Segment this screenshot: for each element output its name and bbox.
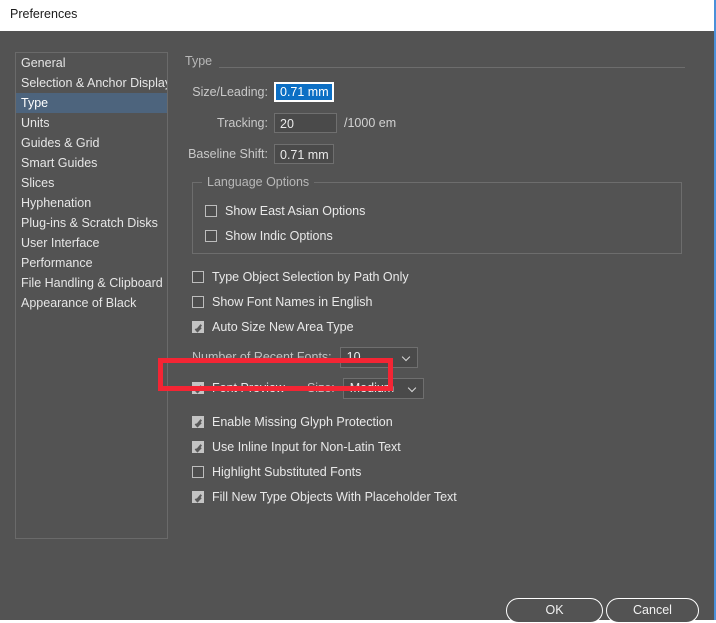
sidebar-item-performance[interactable]: Performance	[16, 253, 167, 273]
sidebar-item-type[interactable]: Type	[16, 93, 167, 113]
preferences-dialog: Preferences General Selection & Anchor D…	[0, 0, 716, 623]
dialog-body: General Selection & Anchor Display Type …	[0, 31, 714, 623]
font-preview-size-value: Medium	[349, 381, 395, 395]
checkbox-font-preview-label: Font Preview	[212, 381, 285, 395]
checkbox-use-inline-input-for-non-latin-text-icon[interactable]	[192, 441, 204, 453]
recent-fonts-value: 10	[346, 350, 361, 364]
sidebar-item-appearance-of-black[interactable]: Appearance of Black	[16, 293, 167, 313]
window-title: Preferences	[10, 7, 78, 21]
checkbox-auto-size-new-area-type-label: Auto Size New Area Type	[212, 320, 354, 334]
type-settings-panel: Type Size/Leading: 0.71 mm Tracking: 20 …	[185, 52, 685, 507]
checkbox-enable-missing-glyph-protection-icon[interactable]	[192, 416, 204, 428]
checkbox-type-object-selection-by-path-only-label: Type Object Selection by Path Only	[212, 270, 409, 284]
preferences-category-list[interactable]: General Selection & Anchor Display Type …	[15, 52, 168, 539]
checkbox-show-indic-options-icon[interactable]	[205, 230, 217, 242]
baseline-shift-input[interactable]: 0.71 mm	[274, 144, 334, 164]
checkbox-row-show-font-names-in-english[interactable]: Show Font Names in English	[192, 292, 685, 312]
checkbox-highlight-substituted-fonts-label: Highlight Substituted Fonts	[212, 465, 362, 479]
sidebar-item-user-interface[interactable]: User Interface	[16, 233, 167, 253]
type-options-upper: Type Object Selection by Path Only Show …	[192, 267, 685, 337]
recent-fonts-dropdown[interactable]: 10	[339, 346, 418, 368]
checkbox-type-object-selection-by-path-only-icon[interactable]	[192, 271, 204, 283]
checkbox-row-type-object-selection-by-path-only[interactable]: Type Object Selection by Path Only	[192, 267, 685, 287]
chevron-down-icon	[403, 354, 410, 361]
checkbox-show-font-names-in-english-icon[interactable]	[192, 296, 204, 308]
checkbox-show-east-asian-options-icon[interactable]	[205, 205, 217, 217]
checkbox-fill-new-type-objects-with-placeholder-text-icon[interactable]	[192, 491, 204, 503]
sidebar-item-slices[interactable]: Slices	[16, 173, 167, 193]
checkbox-fill-new-type-objects-with-placeholder-text-label: Fill New Type Objects With Placeholder T…	[212, 490, 457, 504]
sidebar-item-general[interactable]: General	[16, 53, 167, 73]
checkbox-row-show-east-asian-options[interactable]: Show East Asian Options	[205, 201, 681, 221]
tracking-input[interactable]: 20	[274, 113, 337, 133]
baseline-shift-label: Baseline Shift:	[188, 147, 268, 161]
sidebar-item-smart-guides[interactable]: Smart Guides	[16, 153, 167, 173]
language-options-group: Language Options Show East Asian Options…	[192, 175, 682, 254]
sidebar-item-plugins-scratch-disks[interactable]: Plug-ins & Scratch Disks	[16, 213, 167, 233]
tracking-unit-label: /1000 em	[344, 116, 397, 130]
sidebar-item-guides-grid[interactable]: Guides & Grid	[16, 133, 167, 153]
checkbox-show-indic-options-label: Show Indic Options	[225, 229, 333, 243]
cancel-button[interactable]: Cancel	[606, 598, 699, 623]
language-options-content: Show East Asian Options Show Indic Optio…	[193, 183, 681, 246]
font-preview-size-dropdown[interactable]: Medium	[342, 377, 424, 399]
checkbox-show-east-asian-options-label: Show East Asian Options	[225, 204, 366, 218]
tracking-label: Tracking:	[217, 116, 268, 130]
sidebar-item-units[interactable]: Units	[16, 113, 167, 133]
sidebar-item-selection-anchor-display[interactable]: Selection & Anchor Display	[16, 73, 167, 93]
baseline-shift-row: Baseline Shift: 0.71 mm	[185, 143, 685, 165]
checkbox-row-use-inline-input-for-non-latin-text[interactable]: Use Inline Input for Non-Latin Text	[192, 437, 685, 457]
checkbox-auto-size-new-area-type-icon[interactable]	[192, 321, 204, 333]
panel-title: Type	[185, 54, 220, 68]
checkbox-row-show-indic-options[interactable]: Show Indic Options	[205, 226, 681, 246]
type-options-lower: Enable Missing Glyph Protection Use Inli…	[192, 412, 685, 507]
dialog-footer: OK Cancel	[0, 567, 700, 623]
font-preview-size-label: Size:	[306, 381, 335, 395]
checkbox-show-font-names-in-english-label: Show Font Names in English	[212, 295, 373, 309]
recent-fonts-row: Number of Recent Fonts: 10	[192, 346, 685, 368]
checkbox-highlight-substituted-fonts-icon[interactable]	[192, 466, 204, 478]
checkbox-font-preview-icon[interactable]	[192, 382, 204, 394]
checkbox-row-enable-missing-glyph-protection[interactable]: Enable Missing Glyph Protection	[192, 412, 685, 432]
checkbox-use-inline-input-for-non-latin-text-label: Use Inline Input for Non-Latin Text	[212, 440, 401, 454]
panel-header-divider	[185, 67, 685, 68]
tracking-row: Tracking: 20 /1000 em	[185, 112, 685, 134]
size-leading-input[interactable]: 0.71 mm	[274, 82, 334, 102]
panel-header: Type	[185, 52, 685, 72]
size-leading-row: Size/Leading: 0.71 mm	[185, 81, 685, 103]
title-bar: Preferences	[0, 0, 714, 31]
checkbox-row-highlight-substituted-fonts[interactable]: Highlight Substituted Fonts	[192, 462, 685, 482]
ok-button[interactable]: OK	[506, 598, 603, 623]
language-options-title: Language Options	[202, 175, 315, 189]
font-preview-row: Font Preview Size: Medium	[192, 377, 685, 399]
checkbox-enable-missing-glyph-protection-label: Enable Missing Glyph Protection	[212, 415, 393, 429]
sidebar-item-hyphenation[interactable]: Hyphenation	[16, 193, 167, 213]
sidebar-item-file-handling-clipboard[interactable]: File Handling & Clipboard	[16, 273, 167, 293]
chevron-down-icon	[409, 385, 416, 392]
recent-fonts-label: Number of Recent Fonts:	[192, 350, 332, 364]
checkbox-row-fill-new-type-objects-with-placeholder-text[interactable]: Fill New Type Objects With Placeholder T…	[192, 487, 685, 507]
checkbox-row-auto-size-new-area-type[interactable]: Auto Size New Area Type	[192, 317, 685, 337]
size-leading-label: Size/Leading:	[192, 85, 268, 99]
